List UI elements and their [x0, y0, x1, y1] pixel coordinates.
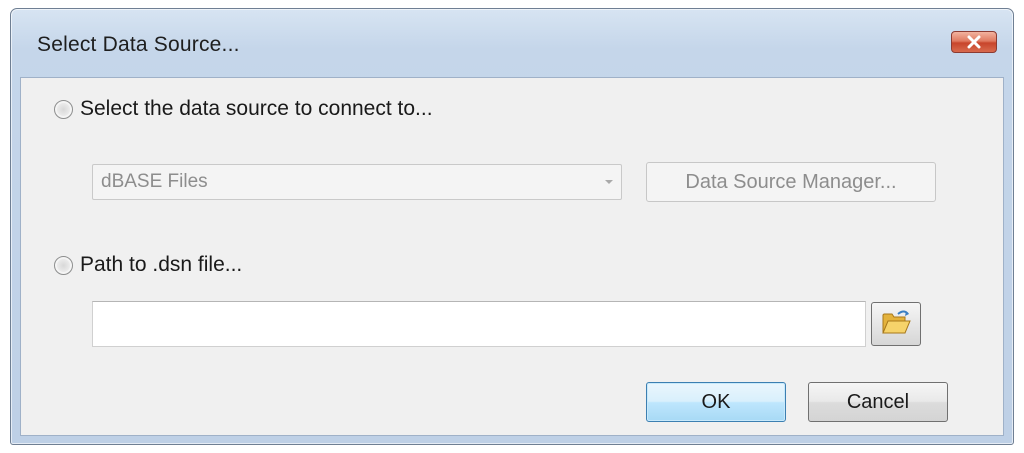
radio-label-data-source: Select the data source to connect to... [80, 97, 433, 120]
cancel-button[interactable]: Cancel [808, 382, 948, 422]
radio-button-data-source[interactable] [54, 99, 73, 119]
radio-select-data-source[interactable]: Select the data source to connect to... [54, 97, 433, 121]
data-source-manager-label: Data Source Manager... [685, 170, 897, 193]
title-bar[interactable]: Select Data Source... [11, 9, 1013, 77]
data-source-manager-button[interactable]: Data Source Manager... [646, 162, 936, 202]
radio-button-dsn[interactable] [54, 255, 73, 275]
data-source-dropdown[interactable]: dBASE Files [92, 164, 622, 200]
dialog-body: Select the data source to connect to... … [20, 77, 1004, 436]
dsn-path-input[interactable] [92, 301, 866, 347]
select-data-source-dialog: Select Data Source... Select the data so… [10, 8, 1014, 445]
close-icon [966, 35, 982, 49]
browse-button[interactable] [871, 302, 921, 346]
open-folder-icon [880, 308, 912, 341]
close-button[interactable] [951, 31, 997, 53]
radio-path-to-dsn[interactable]: Path to .dsn file... [54, 253, 242, 277]
radio-label-dsn: Path to .dsn file... [80, 253, 243, 276]
cancel-button-label: Cancel [846, 390, 910, 413]
data-source-selected-value: dBASE Files [101, 171, 208, 192]
dialog-title: Select Data Source... [37, 33, 240, 56]
ok-button-label: OK [701, 390, 731, 413]
chevron-down-icon [597, 165, 621, 199]
ok-button[interactable]: OK [646, 382, 786, 422]
